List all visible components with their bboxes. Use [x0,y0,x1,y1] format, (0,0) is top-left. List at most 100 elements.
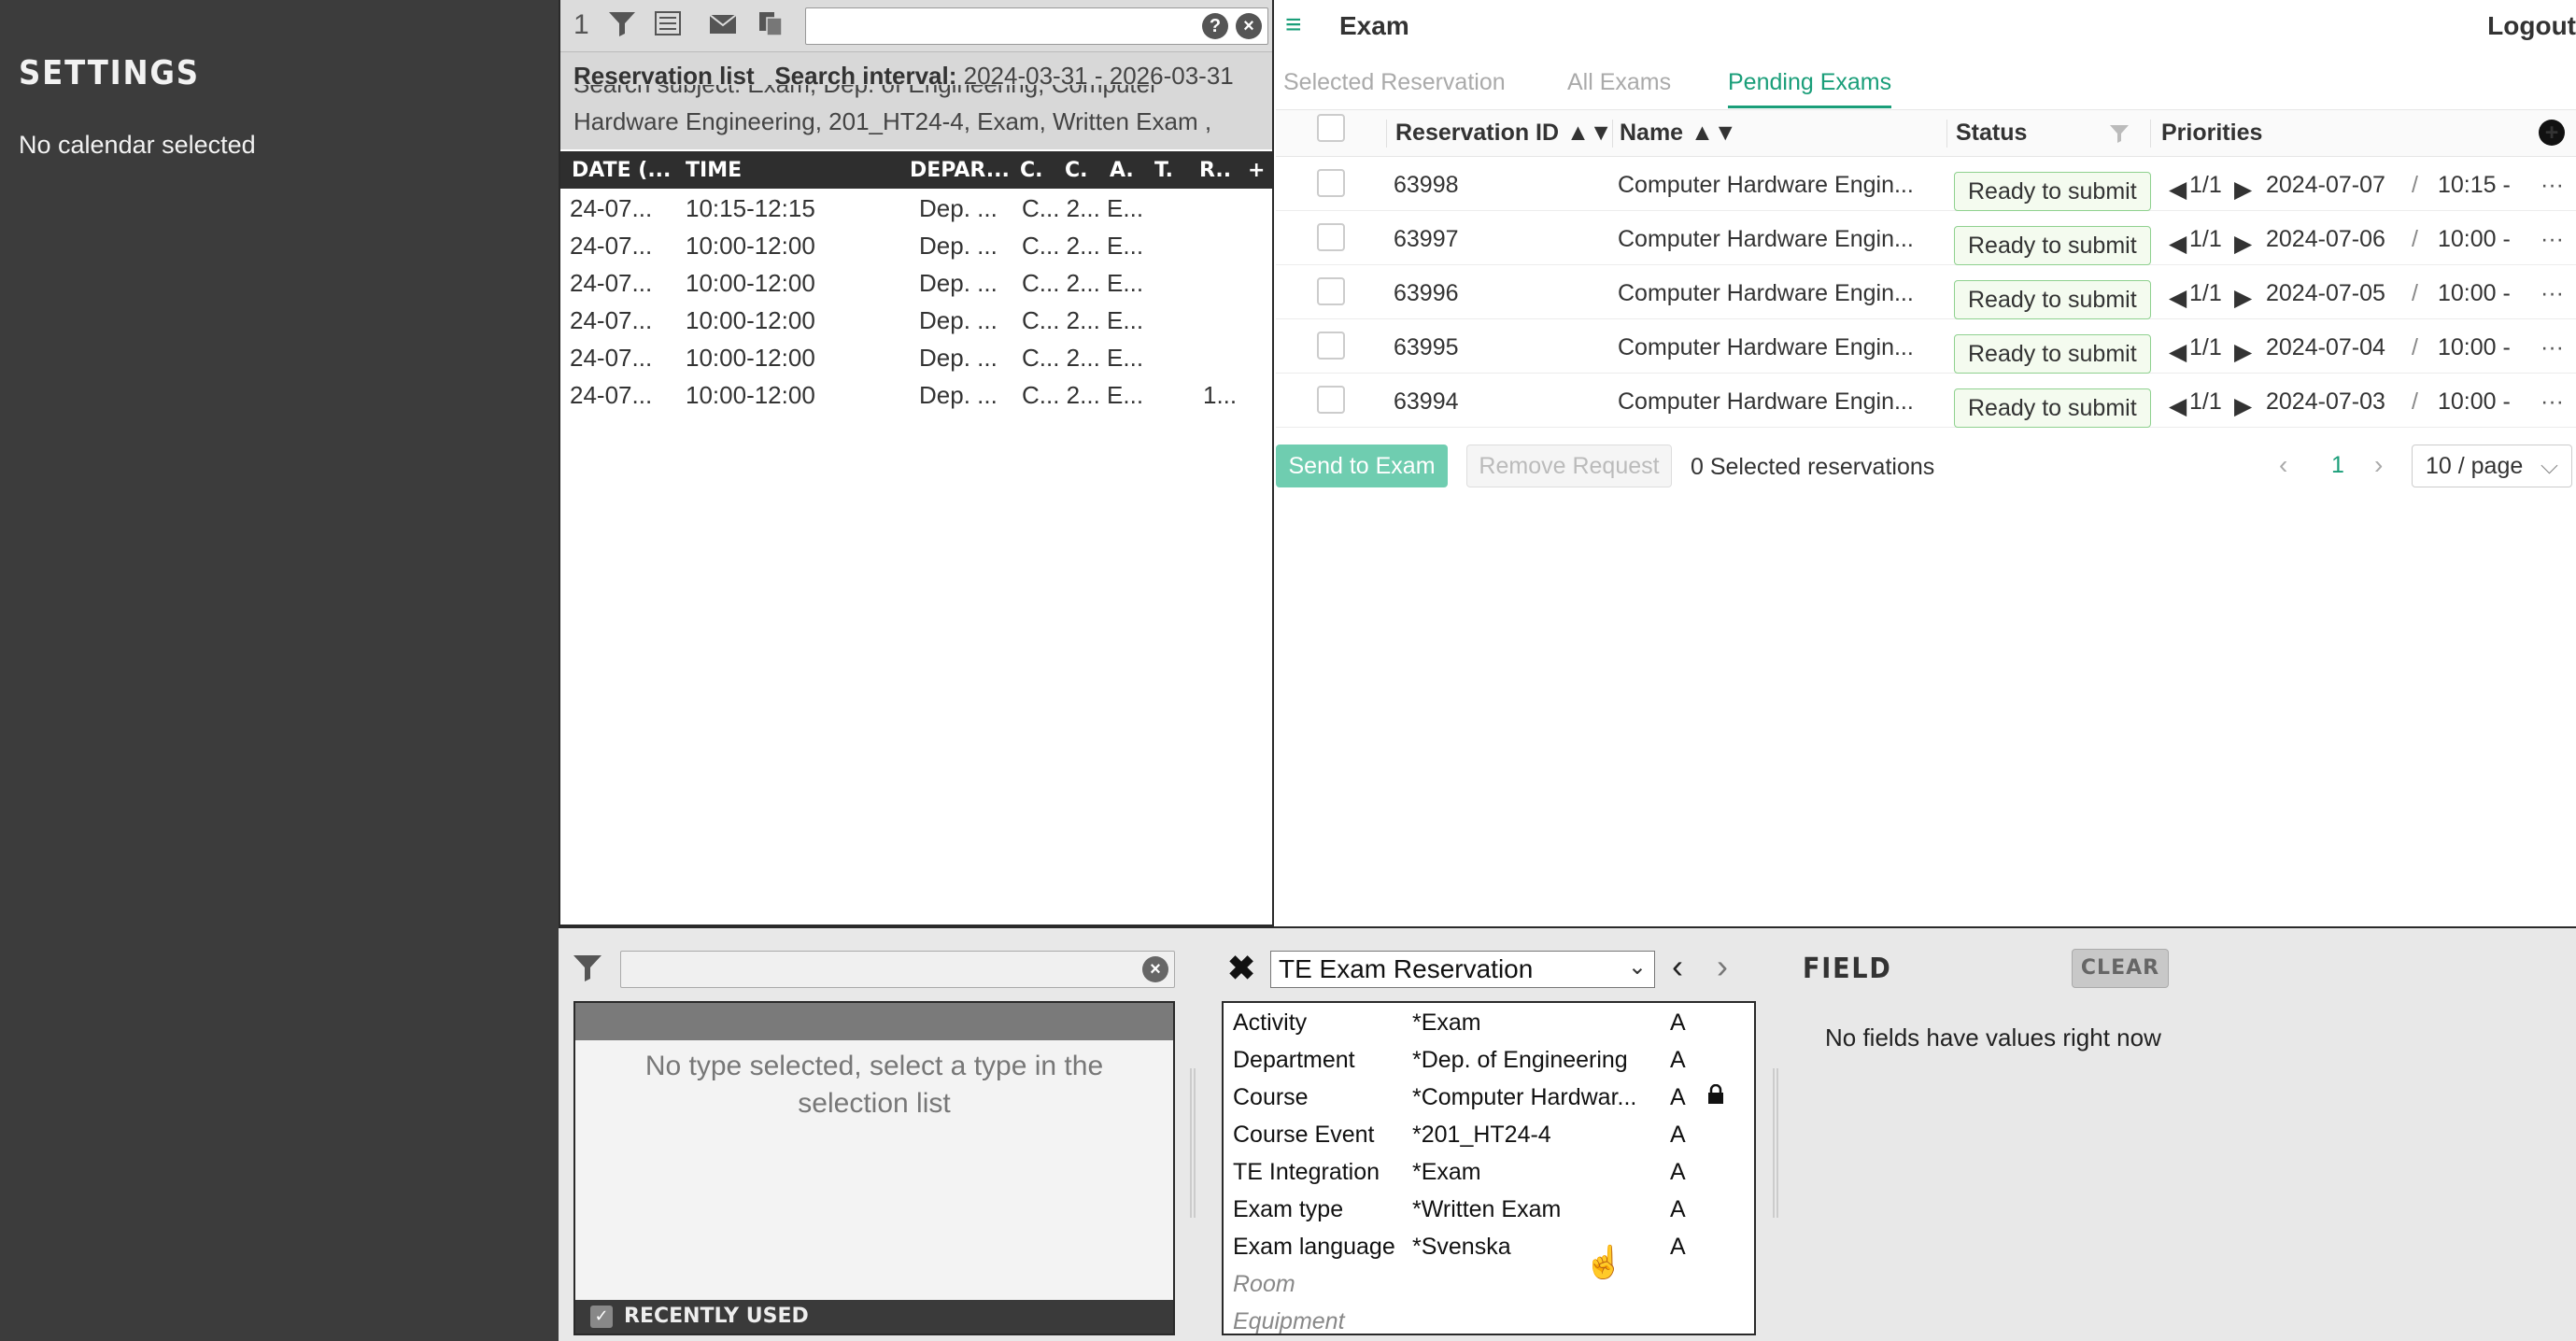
col-name[interactable]: Name ▲▼ [1620,120,1737,147]
col-status[interactable]: Status [1956,120,2027,147]
field-row[interactable]: TE Integration *Exam A [1224,1152,1754,1190]
more-actions-icon[interactable]: ··· [2541,280,2564,307]
priority-down-icon[interactable]: ◀ [2169,392,2187,420]
table-row[interactable]: 24-07... 10:15-12:15 Dep. ... C... 2... E..… [560,191,1272,228]
field-row[interactable]: Exam type *Written Exam A [1224,1190,1754,1227]
field-row[interactable]: Equipment [1224,1302,1754,1334]
add-column-icon[interactable]: + [2539,120,2565,146]
type-selection-list[interactable]: No type selected, select a type in the s… [573,1001,1175,1335]
exam-time: 10:00 - [2438,280,2511,306]
clear-button[interactable]: CLEAR [2072,949,2169,988]
mail-icon[interactable] [708,9,738,45]
table-row[interactable]: 63996 Computer Hardware Engin... Ready to … [1276,265,2576,319]
row-checkbox[interactable] [1317,332,1345,360]
table-row[interactable]: 24-07... 10:00-12:00 Dep. ... C... 2... E..… [560,340,1272,377]
field-label: Course Event [1233,1122,1375,1148]
selected-count: 0 Selected reservations [1691,454,1935,480]
table-row[interactable]: 63997 Computer Hardware Engin... Ready to … [1276,211,2576,265]
priority-up-icon[interactable]: ▶ [2234,176,2252,204]
tab-pending-exams[interactable]: Pending Exams [1728,69,1892,108]
page-size-select[interactable]: 10 / page ⌵ [2412,445,2572,487]
more-actions-icon[interactable]: ··· [2541,172,2564,199]
type-search-input[interactable]: × [620,951,1175,988]
field-row[interactable]: Course Event *201_HT24-4 A [1224,1115,1754,1152]
next-page-icon[interactable]: › [2374,450,2383,480]
table-row[interactable]: 63998 Computer Hardware Engin... Ready to … [1276,157,2576,211]
col-reservation-id[interactable]: Reservation ID ▲▼ [1395,120,1613,147]
table-row[interactable]: 24-07... 10:00-12:00 Dep. ... C... 2... E..… [560,265,1272,303]
type-filter-icon[interactable] [572,953,603,990]
previous-page-icon[interactable]: ‹ [2279,450,2287,480]
priority-up-icon[interactable]: ▶ [2234,338,2252,366]
clear-type-search-icon[interactable]: × [1142,956,1168,982]
priority-up-icon[interactable]: ▶ [2234,230,2252,258]
add-column-icon[interactable]: + [1248,159,1265,182]
copy-icon[interactable] [757,9,785,45]
col-time[interactable]: TIME [686,159,742,182]
hamburger-menu-icon[interactable]: ≡ [1285,9,1302,41]
row-checkbox[interactable] [1317,386,1345,414]
field-row[interactable]: Department *Dep. of Engineering A [1224,1040,1754,1078]
close-icon[interactable]: ✖ [1227,949,1255,988]
more-actions-icon[interactable]: ··· [2541,226,2564,253]
tab-all-exams[interactable]: All Exams [1567,69,1671,106]
reservation-fields-list: Activity *Exam A Department *Dep. of Enginee… [1222,1001,1756,1335]
priority-down-icon[interactable]: ◀ [2169,230,2187,258]
more-actions-icon[interactable]: ··· [2541,388,2564,416]
field-label: Equipment [1233,1308,1345,1334]
field-row[interactable]: Exam language *Svenska A [1224,1227,1754,1264]
table-row[interactable]: 63994 Computer Hardware Engin... Ready to … [1276,374,2576,428]
exam-name: Computer Hardware Engin... [1618,226,1914,252]
table-row[interactable]: 63995 Computer Hardware Engin... Ready to … [1276,319,2576,374]
col-r[interactable]: R.. [1199,159,1231,182]
field-flag: A [1670,1084,1686,1110]
priority-value: 1/1 [2189,226,2222,252]
table-row[interactable]: 24-07... 10:00-12:00 Dep. ... C... 2... E..… [560,377,1272,415]
field-row[interactable]: Activity *Exam A [1224,1003,1754,1040]
panel-splitter[interactable] [1773,1068,1778,1218]
field-value: *Exam [1412,1009,1481,1036]
tab-selected-reservation[interactable]: Selected Reservation [1283,69,1506,106]
panel-splitter[interactable] [1190,1068,1196,1218]
priority-up-icon[interactable]: ▶ [2234,284,2252,312]
priority-down-icon[interactable]: ◀ [2169,284,2187,312]
checkbox-icon[interactable]: ✓ [590,1306,613,1328]
reservation-type-select[interactable]: TE Exam Reservation ⌄ [1270,951,1655,988]
col-c2[interactable]: C. [1065,159,1088,182]
more-actions-icon[interactable]: ··· [2541,334,2564,361]
col-priorities[interactable]: Priorities [2161,120,2262,147]
select-all-checkbox[interactable] [1317,114,1345,142]
send-to-exam-button[interactable]: Send to Exam [1276,445,1448,487]
row-checkbox[interactable] [1317,223,1345,251]
field-row[interactable]: Room [1224,1264,1754,1302]
filter-icon[interactable] [607,9,637,45]
col-date[interactable]: DATE (... [572,159,671,182]
col-t[interactable]: T. [1154,159,1173,182]
status-filter-icon[interactable] [2109,123,2130,150]
list-view-icon[interactable] [654,9,682,45]
col-a[interactable]: A. [1110,159,1134,182]
reservation-search-input[interactable]: ? × [805,7,1268,45]
row-checkbox[interactable] [1317,169,1345,197]
field-row[interactable]: Course *Computer Hardwar... A [1224,1078,1754,1115]
remove-request-button[interactable]: Remove Request [1466,445,1672,487]
priority-down-icon[interactable]: ◀ [2169,338,2187,366]
row-time: 10:00-12:00 [686,232,815,260]
row-details: C... 2... E... [1022,306,1144,334]
clear-search-icon[interactable]: × [1236,13,1262,39]
previous-reservation-icon[interactable]: ‹ [1672,947,1683,986]
settings-sidebar: SETTINGS No calendar selected [0,0,559,1341]
col-department[interactable]: DEPAR... [910,159,1010,182]
priority-up-icon[interactable]: ▶ [2234,392,2252,420]
table-row[interactable]: 24-07... 10:00-12:00 Dep. ... C... 2... E..… [560,303,1272,340]
priority-down-icon[interactable]: ◀ [2169,176,2187,204]
help-icon[interactable]: ? [1202,13,1228,39]
row-time: 10:15-12:15 [686,194,815,222]
row-checkbox[interactable] [1317,277,1345,305]
next-reservation-icon[interactable]: › [1717,947,1728,986]
col-c1[interactable]: C. [1020,159,1043,182]
page-number[interactable]: 1 [2331,452,2344,479]
table-row[interactable]: 24-07... 10:00-12:00 Dep. ... C... 2... E..… [560,228,1272,265]
logout-link[interactable]: Logout [2487,11,2576,41]
recently-used-toggle[interactable]: ✓ RECENTLY USED [575,1300,1173,1334]
